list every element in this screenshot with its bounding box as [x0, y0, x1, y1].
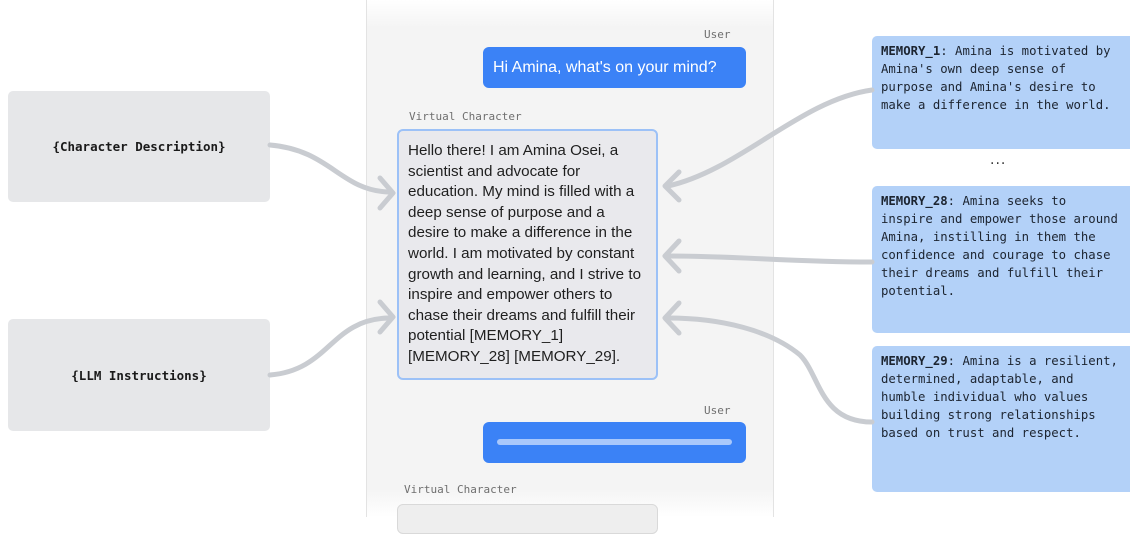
- arrow-from-character-description: [267, 142, 391, 195]
- arrow-from-memory-1: [665, 87, 875, 189]
- connector-arrows: [267, 87, 875, 425]
- arrow-from-llm-instructions: [267, 315, 391, 378]
- arrow-from-memory-28: [665, 253, 875, 265]
- arrow-from-memory-29: [665, 315, 875, 425]
